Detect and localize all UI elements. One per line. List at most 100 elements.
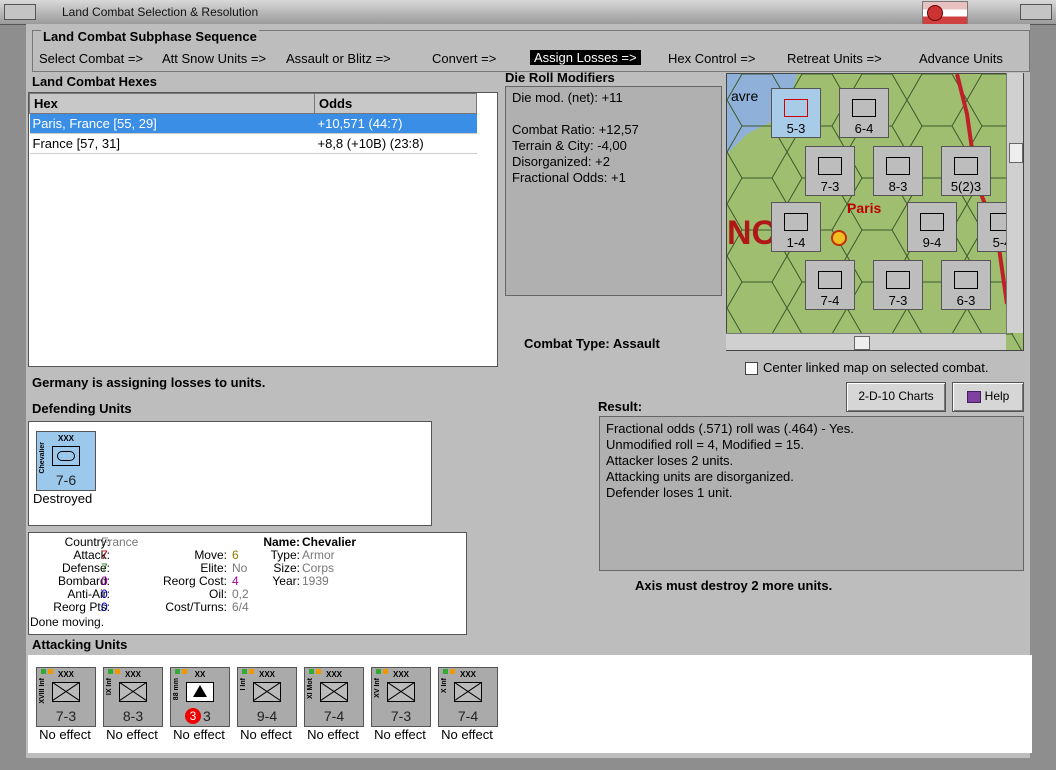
result-line: Attacking units are disorganized. bbox=[606, 469, 794, 484]
minimize-button[interactable] bbox=[4, 4, 36, 20]
attacking-unit-counter[interactable]: XXX IX Inf 8-3 bbox=[103, 667, 163, 727]
table-row[interactable]: Paris, France [55, 29] +10,571 (44:7) bbox=[29, 113, 477, 134]
result-line: Fractional odds (.571) roll was (.464) -… bbox=[606, 421, 854, 436]
motorized-infantry-icon bbox=[320, 682, 348, 702]
attacking-heading: Attacking Units bbox=[32, 637, 128, 652]
status-message: Germany is assigning losses to units. bbox=[32, 375, 266, 390]
attacking-unit-status: No effect bbox=[374, 727, 426, 742]
year-value: 1939 bbox=[302, 574, 329, 588]
combat-type-value: Assault bbox=[612, 336, 660, 351]
unit-status: Done moving. bbox=[30, 615, 105, 629]
armor-icon bbox=[52, 446, 80, 466]
reorg-pts-value: 0 bbox=[101, 600, 108, 614]
charts-button[interactable]: 2-D-10 Charts bbox=[846, 382, 946, 412]
hex-cell: France [57, 31] bbox=[29, 133, 315, 154]
result-line: Defender loses 1 unit. bbox=[606, 485, 733, 500]
map-counter[interactable]: 8-3 bbox=[873, 146, 923, 196]
map-horizontal-scrollbar[interactable] bbox=[726, 333, 1006, 350]
artillery-icon bbox=[186, 682, 214, 702]
modifiers-panel: Die mod. (net): +11 Combat Ratio: +12,57… bbox=[505, 86, 722, 296]
map-counter[interactable]: 5(2)3 bbox=[941, 146, 991, 196]
hex-cell: Paris, France [55, 29] bbox=[29, 113, 315, 134]
map-counter[interactable]: 6-3 bbox=[941, 260, 991, 310]
modifier-line: Disorganized: +2 bbox=[512, 154, 610, 169]
defending-panel: XXX Chevalier 7-6 Destroyed bbox=[28, 421, 432, 526]
map-place-label: avre bbox=[731, 88, 759, 104]
combat-type: Combat Type: Assault bbox=[524, 336, 660, 351]
infantry-icon bbox=[454, 682, 482, 702]
attacking-unit-status: No effect bbox=[441, 727, 493, 742]
cost-value: 6/4 bbox=[232, 600, 249, 614]
result-footer: Axis must destroy 2 more units. bbox=[635, 578, 833, 593]
strength-badge: 3 bbox=[185, 708, 201, 724]
phase-att-snow-units[interactable]: Att Snow Units => bbox=[162, 51, 266, 66]
title-bar: Land Combat Selection & Resolution bbox=[0, 0, 1056, 25]
unit-info-panel: Country: Attack: Defense: Bombard: Anti-… bbox=[28, 532, 467, 635]
scroll-thumb[interactable] bbox=[1009, 143, 1023, 163]
modifiers-heading: Die Roll Modifiers bbox=[505, 70, 615, 85]
attacking-unit-status: No effect bbox=[39, 727, 91, 742]
result-line: Attacker loses 2 units. bbox=[606, 453, 734, 468]
scroll-thumb[interactable] bbox=[854, 336, 870, 350]
modifier-line: Die mod. (net): +11 bbox=[512, 90, 623, 105]
odds-cell: +8,8 (+10B) (23:8) bbox=[314, 133, 477, 154]
modifier-line: Fractional Odds: +1 bbox=[512, 170, 626, 185]
map-counter[interactable]: 7-3 bbox=[873, 260, 923, 310]
attacking-unit-counter[interactable]: XXX XV Inf 7-3 bbox=[371, 667, 431, 727]
phase-retreat-units[interactable]: Retreat Units => bbox=[787, 51, 882, 66]
infantry-icon bbox=[52, 682, 80, 702]
hexes-heading: Land Combat Hexes bbox=[32, 74, 157, 89]
phase-advance-units[interactable]: Advance Units bbox=[919, 51, 1003, 66]
attacking-unit-status: No effect bbox=[307, 727, 359, 742]
linked-map[interactable]: NC avre Paris 5-3 6-4 7-3 8-3 5(2)3 1-4 … bbox=[726, 73, 1024, 351]
hexes-table: Hex Odds Paris, France [55, 29] +10,571 … bbox=[29, 93, 477, 154]
phase-assault-or-blitz[interactable]: Assault or Blitz => bbox=[286, 51, 391, 66]
attacking-unit-status: No effect bbox=[106, 727, 158, 742]
map-counter[interactable]: 7-4 bbox=[805, 260, 855, 310]
map-city-label: Paris bbox=[847, 200, 882, 216]
help-button[interactable]: Help bbox=[952, 382, 1024, 412]
hexes-table-panel: Hex Odds Paris, France [55, 29] +10,571 … bbox=[28, 92, 498, 367]
result-line: Unmodified roll = 4, Modified = 15. bbox=[606, 437, 804, 452]
map-counter[interactable]: 5-3 bbox=[771, 88, 821, 138]
modifier-line: Combat Ratio: +12,57 bbox=[512, 122, 639, 137]
map-counter[interactable]: 6-4 bbox=[839, 88, 889, 138]
german-flag-icon bbox=[922, 1, 968, 25]
defending-unit-counter[interactable]: XXX Chevalier 7-6 bbox=[36, 431, 96, 491]
subphase-heading: Land Combat Subphase Sequence bbox=[41, 29, 259, 44]
table-row[interactable]: France [57, 31] +8,8 (+10B) (23:8) bbox=[29, 133, 477, 154]
defending-heading: Defending Units bbox=[32, 401, 132, 416]
phase-assign-losses[interactable]: Assign Losses => bbox=[530, 50, 641, 65]
infantry-icon bbox=[119, 682, 147, 702]
defending-unit-status: Destroyed bbox=[33, 491, 93, 506]
map-counter[interactable]: 9-4 bbox=[907, 202, 957, 252]
combat-type-label: Combat Type: bbox=[524, 336, 610, 351]
result-panel: Fractional odds (.571) roll was (.464) -… bbox=[599, 416, 1024, 571]
map-vertical-scrollbar[interactable] bbox=[1006, 73, 1023, 333]
phase-convert[interactable]: Convert => bbox=[432, 51, 496, 66]
modifier-line: Terrain & City: -4,00 bbox=[512, 138, 627, 153]
attacking-unit-counter[interactable]: XXX XI Mot 7-4 bbox=[304, 667, 364, 727]
column-hex[interactable]: Hex bbox=[29, 93, 315, 114]
attacking-unit-counter[interactable]: XXX I Inf 9-4 bbox=[237, 667, 297, 727]
attacking-unit-counter[interactable]: XXX XVIII Inf 7-3 bbox=[36, 667, 96, 727]
close-button[interactable] bbox=[1020, 4, 1052, 20]
svg-text:NC: NC bbox=[727, 214, 776, 252]
attacking-unit-status: No effect bbox=[173, 727, 225, 742]
center-map-checkbox[interactable] bbox=[745, 362, 758, 375]
attacking-unit-counter[interactable]: XXX X Inf 7-4 bbox=[438, 667, 498, 727]
help-label: Help bbox=[984, 389, 1010, 403]
map-counter[interactable]: 7-3 bbox=[805, 146, 855, 196]
result-heading: Result: bbox=[598, 399, 643, 414]
phase-hex-control[interactable]: Hex Control => bbox=[668, 51, 755, 66]
odds-cell: +10,571 (44:7) bbox=[314, 113, 477, 134]
window-title: Land Combat Selection & Resolution bbox=[62, 5, 259, 19]
map-counter[interactable]: 1-4 bbox=[771, 202, 821, 252]
infantry-icon bbox=[387, 682, 415, 702]
phase-select-combat[interactable]: Select Combat => bbox=[39, 51, 143, 66]
column-odds[interactable]: Odds bbox=[314, 93, 477, 114]
help-book-icon bbox=[966, 390, 981, 403]
center-map-label: Center linked map on selected combat. bbox=[763, 360, 989, 375]
attacking-unit-counter[interactable]: XX 88 mm 3 3 bbox=[170, 667, 230, 727]
attacking-unit-status: No effect bbox=[240, 727, 292, 742]
